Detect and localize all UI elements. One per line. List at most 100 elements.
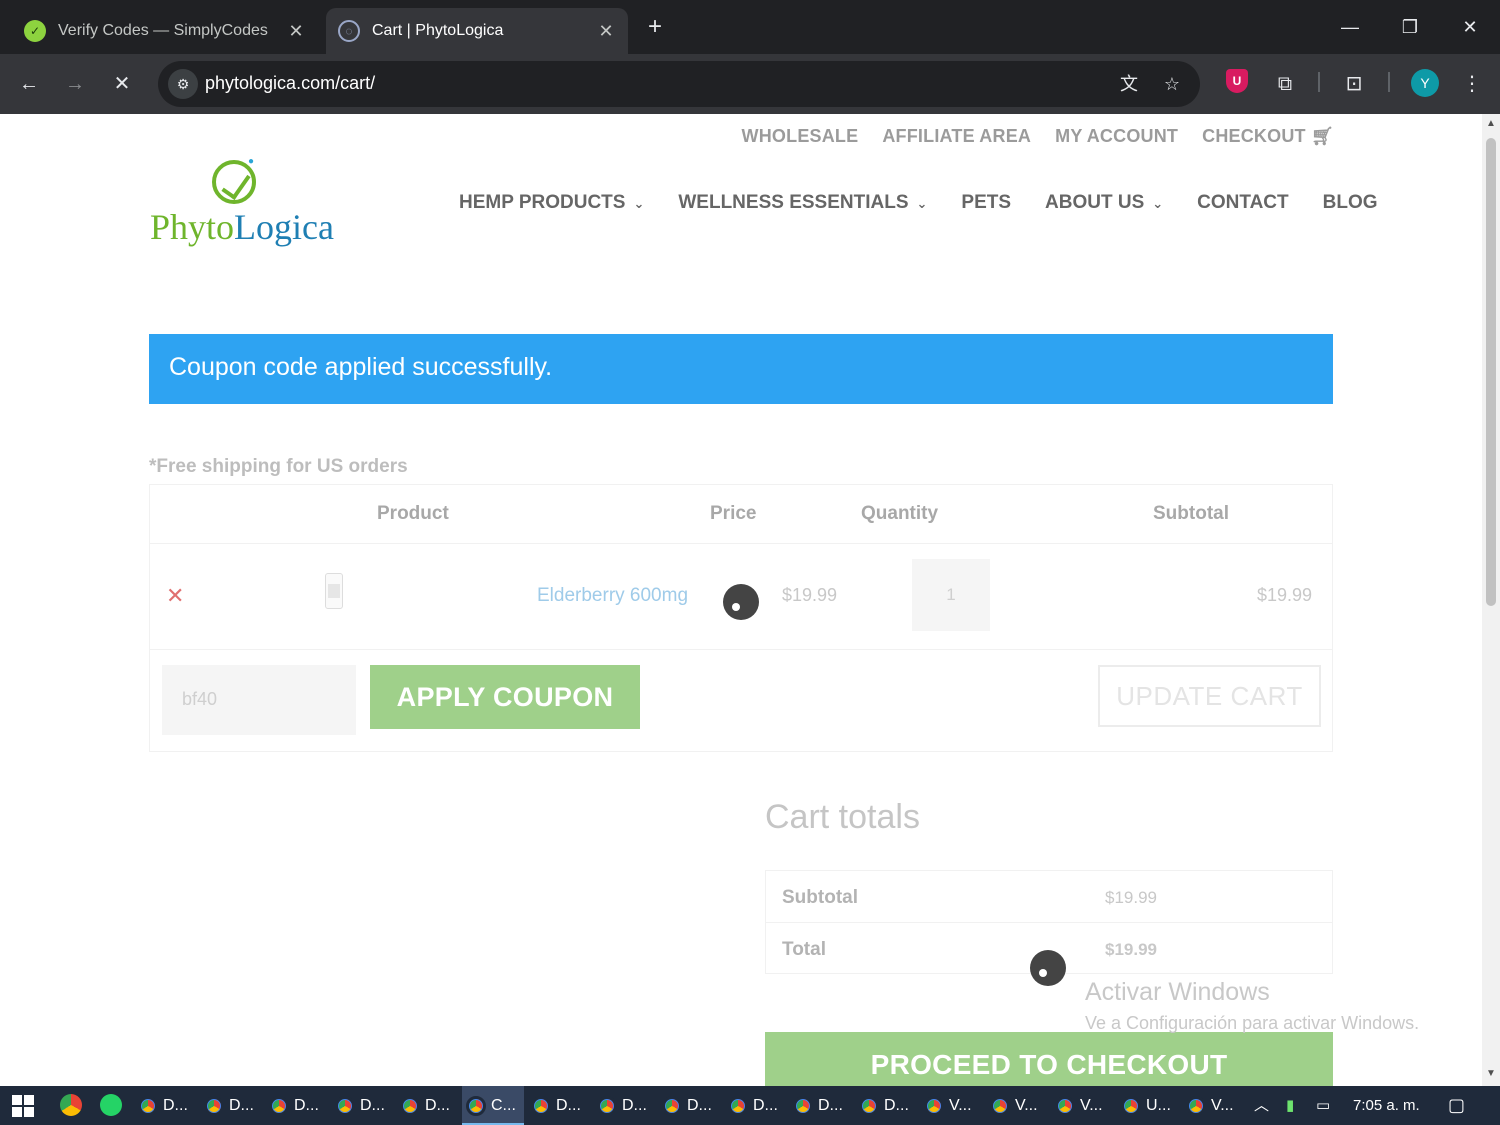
taskbar-app-button[interactable]: V... [920, 1086, 982, 1125]
taskbar-app-button[interactable]: D... [724, 1086, 786, 1125]
taskbar-app-label: D... [622, 1096, 647, 1114]
bookmark-star-icon[interactable]: ☆ [1159, 71, 1185, 97]
taskbar-app-button[interactable]: D... [789, 1086, 851, 1125]
taskbar-app-label: V... [949, 1096, 972, 1114]
taskbar-app-button[interactable]: V... [1182, 1086, 1244, 1125]
new-tab-button[interactable]: + [640, 12, 670, 42]
header-subtotal: Subtotal [1153, 503, 1229, 524]
taskbar-app-button[interactable]: D... [396, 1086, 458, 1125]
coupon-code-input[interactable]: bf40 [162, 665, 356, 735]
product-thumbnail[interactable] [325, 573, 343, 609]
chrome-app-icon [1055, 1095, 1075, 1116]
translate-icon[interactable]: 文 [1116, 71, 1142, 97]
tray-network-icon[interactable]: ▮ [1286, 1086, 1294, 1125]
taskbar-app-button[interactable]: C... [462, 1086, 524, 1125]
taskbar-app-button[interactable]: V... [1051, 1086, 1113, 1125]
proceed-to-checkout-button[interactable]: PROCEED TO CHECKOUT [765, 1032, 1333, 1086]
nav-pets[interactable]: PETS [961, 192, 1011, 214]
site-info-icon[interactable]: ⚙ [168, 69, 198, 99]
chevron-down-icon: ⌄ [633, 196, 645, 211]
taskbar-app-button[interactable]: D... [855, 1086, 917, 1125]
cart-icon: 🛒︎ [1310, 126, 1334, 146]
forward-arrow-icon[interactable]: → [59, 68, 91, 100]
watermark-title: Activar Windows [1085, 978, 1270, 1006]
tab-phytologica-cart[interactable]: ◌ Cart | PhytoLogica ✕ [326, 8, 628, 54]
stop-loading-icon[interactable]: ✕ [106, 68, 138, 100]
chrome-pinned-icon[interactable] [60, 1094, 82, 1116]
taskbar-app-button[interactable]: D... [134, 1086, 196, 1125]
chrome-app-icon [990, 1095, 1010, 1116]
close-tab-icon[interactable]: ✕ [596, 21, 616, 42]
nav-contact[interactable]: CONTACT [1197, 192, 1288, 214]
update-cart-button[interactable]: UPDATE CART [1098, 665, 1321, 727]
taskbar-app-label: D... [425, 1096, 450, 1114]
tab-simplycodes[interactable]: ✓ Verify Codes — SimplyCodes ✕ [12, 8, 318, 54]
nav-blog[interactable]: BLOG [1323, 192, 1378, 214]
chrome-app-icon [728, 1095, 748, 1116]
taskbar-app-button[interactable]: V... [986, 1086, 1048, 1125]
page-scrollbar[interactable]: ▲ ▼ [1482, 114, 1500, 1086]
logo-wordmark: PhytoLogica [150, 207, 334, 247]
restore-icon[interactable]: ❐ [1390, 10, 1430, 44]
nav-checkout[interactable]: CHECKOUT 🛒︎ [1202, 126, 1334, 147]
scroll-up-icon[interactable]: ▲ [1485, 118, 1497, 130]
clock[interactable]: 7:05 a. m. [1353, 1086, 1420, 1125]
taskbar-app-label: D... [556, 1096, 581, 1114]
row-divider [766, 922, 1332, 923]
close-window-icon[interactable]: ✕ [1450, 10, 1490, 44]
product-name-link[interactable]: Elderberry 600mg [537, 585, 688, 607]
coupon-success-notice: Coupon code applied successfully. [149, 334, 1333, 404]
taskbar-app-button[interactable]: D... [527, 1086, 589, 1125]
tray-display-icon[interactable]: ▭ [1316, 1086, 1330, 1125]
profile-avatar[interactable]: Y [1411, 69, 1439, 97]
scrollbar-thumb[interactable] [1486, 138, 1496, 606]
nav-affiliate-area[interactable]: AFFILIATE AREA [882, 126, 1031, 147]
nav-wellness-essentials[interactable]: WELLNESS ESSENTIALS ⌄ [678, 192, 927, 214]
nav-wholesale[interactable]: WHOLESALE [742, 126, 859, 147]
taskbar-app-button[interactable]: D... [593, 1086, 655, 1125]
tray-chevron-up-icon[interactable]: ︿ [1254, 1086, 1269, 1125]
scroll-down-icon[interactable]: ▼ [1485, 1068, 1497, 1080]
tab-search-icon[interactable]: ⊡ [1338, 68, 1370, 100]
nav-about-us[interactable]: ABOUT US ⌄ [1045, 192, 1163, 214]
site-logo[interactable]: ● PhytoLogica [150, 156, 334, 250]
address-bar[interactable]: ⚙ phytologica.com/cart/ 文 ☆ [158, 61, 1200, 107]
chrome-app-icon [597, 1095, 617, 1116]
taskbar-app-label: C... [491, 1096, 516, 1114]
nav-checkout-label: CHECKOUT [1202, 126, 1306, 146]
url-text[interactable]: phytologica.com/cart/ [205, 73, 375, 94]
taskbar-app-button[interactable]: D... [200, 1086, 262, 1125]
totals-subtotal-value: $19.99 [1105, 888, 1157, 907]
close-tab-icon[interactable]: ✕ [286, 21, 306, 42]
cart-totals-title: Cart totals [765, 798, 920, 836]
nav-my-account[interactable]: MY ACCOUNT [1055, 126, 1178, 147]
chrome-app-icon [400, 1095, 420, 1116]
row-divider [150, 543, 1332, 544]
windows-start-icon[interactable] [12, 1095, 34, 1117]
back-arrow-icon[interactable]: ← [13, 68, 45, 100]
quantity-input[interactable]: 1 [912, 559, 990, 631]
ublock-extension-icon[interactable]: U [1226, 69, 1248, 93]
browser-menu-icon[interactable]: ⋮ [1456, 68, 1488, 100]
taskbar-app-label: D... [229, 1096, 254, 1114]
notifications-icon[interactable]: ▢ [1448, 1086, 1465, 1125]
chrome-app-icon [531, 1095, 551, 1116]
nav-hemp-products[interactable]: HEMP PRODUCTS ⌄ [459, 192, 644, 214]
chrome-app-icon [662, 1095, 682, 1116]
chrome-app-icon [138, 1095, 158, 1116]
extensions-puzzle-icon[interactable]: ⧉ [1269, 68, 1301, 100]
minimize-icon[interactable]: — [1330, 10, 1370, 44]
taskbar-app-button[interactable]: D... [265, 1086, 327, 1125]
chrome-app-icon [204, 1095, 224, 1116]
apply-coupon-button[interactable]: APPLY COUPON [370, 665, 640, 729]
taskbar-app-button[interactable]: U... [1117, 1086, 1179, 1125]
taskbar-app-button[interactable]: D... [331, 1086, 393, 1125]
whatsapp-icon[interactable] [100, 1094, 122, 1116]
windows-activation-watermark: Activar Windows Ve a Configuración para … [1085, 978, 1419, 1034]
taskbar-app-label: D... [294, 1096, 319, 1114]
header-price: Price [710, 503, 757, 524]
logo-dots-icon: ● [248, 156, 255, 167]
remove-item-icon[interactable]: ✕ [166, 583, 184, 609]
taskbar-app-button[interactable]: D... [658, 1086, 720, 1125]
taskbar-app-label: U... [1146, 1096, 1171, 1114]
